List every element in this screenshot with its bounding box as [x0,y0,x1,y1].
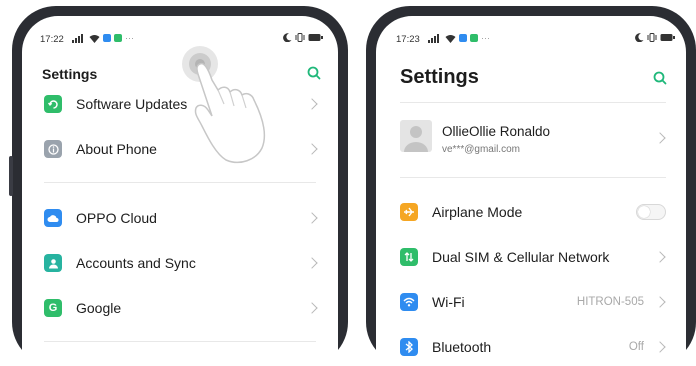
settings-item-label: Accounts and Sync [76,255,196,271]
settings-item-label: Dual SIM & Cellular Network [432,249,610,265]
settings-item-label: Airplane Mode [432,204,523,220]
vibrate-icon [295,33,305,42]
chevron-right-icon [654,296,666,308]
chevron-right-icon [306,302,318,314]
right-screen: 17:23 ··· Settings OllieOllie Ronaldo ve… [376,16,686,366]
chevron-right-icon [306,257,318,269]
refresh-icon [44,95,62,113]
section-divider [400,177,666,178]
bluetooth-icon [400,338,418,356]
section-divider [44,182,316,183]
more-dots-icon: ··· [125,33,134,43]
airplane-icon [400,203,418,221]
section-divider [44,341,316,342]
tap-gesture-hand-icon [182,46,266,164]
cloud-icon [44,209,62,227]
avatar [400,120,432,152]
status-time: 17:23 [396,34,420,45]
settings-item-label: Google [76,300,122,316]
google-icon: G [44,299,62,317]
app-badge-icon [459,34,467,42]
chevron-right-icon [306,143,318,155]
settings-item-label: OPPO Cloud [76,210,157,226]
chevron-right-icon [654,341,666,353]
settings-item-accounts-sync[interactable]: Accounts and Sync [22,243,338,283]
volume-button [9,156,13,196]
app-badge-icon [470,34,478,42]
settings-item-oppo-cloud[interactable]: OPPO Cloud [22,198,338,238]
more-dots-icon: ··· [481,33,490,43]
chevron-right-icon [306,212,318,224]
left-screen: 17:22 ··· Settings Software Updates Abou… [22,16,338,366]
wifi-icon [445,34,456,43]
chevron-right-icon [306,98,318,110]
page-title: Settings [400,66,479,88]
wifi-icon [400,293,418,311]
bluetooth-status-value: Off [628,341,644,353]
chevron-right-icon [654,132,666,144]
page-title: Settings [42,66,98,82]
account-email: ve***@gmail.com [442,144,520,155]
settings-item-label: Wi-Fi [432,294,465,310]
signal-icon [428,33,439,43]
status-time: 17:22 [40,34,64,45]
settings-item-label: About Phone [76,141,157,157]
moon-icon [635,33,644,42]
battery-icon [308,34,323,41]
settings-item-wifi[interactable]: Wi-Fi HITRON-505 [376,282,686,322]
app-badge-icon [114,34,122,42]
search-icon[interactable] [652,70,668,86]
settings-item-google[interactable]: G Google [22,288,338,328]
battery-icon [660,34,675,41]
settings-item-label: Software Updates [76,96,188,112]
wifi-icon [89,34,100,43]
search-icon[interactable] [306,65,322,81]
chevron-right-icon [654,251,666,263]
status-bar: 17:23 ··· [376,32,686,48]
section-divider [400,102,666,103]
settings-item-label: Bluetooth [432,339,492,355]
settings-item-airplane-mode[interactable]: Airplane Mode [376,192,686,232]
settings-item-dual-sim[interactable]: Dual SIM & Cellular Network [376,237,686,277]
info-icon [44,140,62,158]
sim-icon [400,248,418,266]
vibrate-icon [647,33,657,42]
left-phone: 17:22 ··· Settings Software Updates Abou… [9,6,348,366]
account-row[interactable]: OllieOllie Ronaldo ve***@gmail.com [376,114,686,162]
wifi-network-value: HITRON-505 [576,296,644,308]
signal-icon [72,33,83,43]
person-icon [44,254,62,272]
account-name: OllieOllie Ronaldo [442,124,551,139]
app-badge-icon [103,34,111,42]
airplane-mode-toggle[interactable] [636,204,666,220]
moon-icon [283,33,292,42]
right-phone: 17:23 ··· Settings OllieOllie Ronaldo ve… [366,6,696,366]
